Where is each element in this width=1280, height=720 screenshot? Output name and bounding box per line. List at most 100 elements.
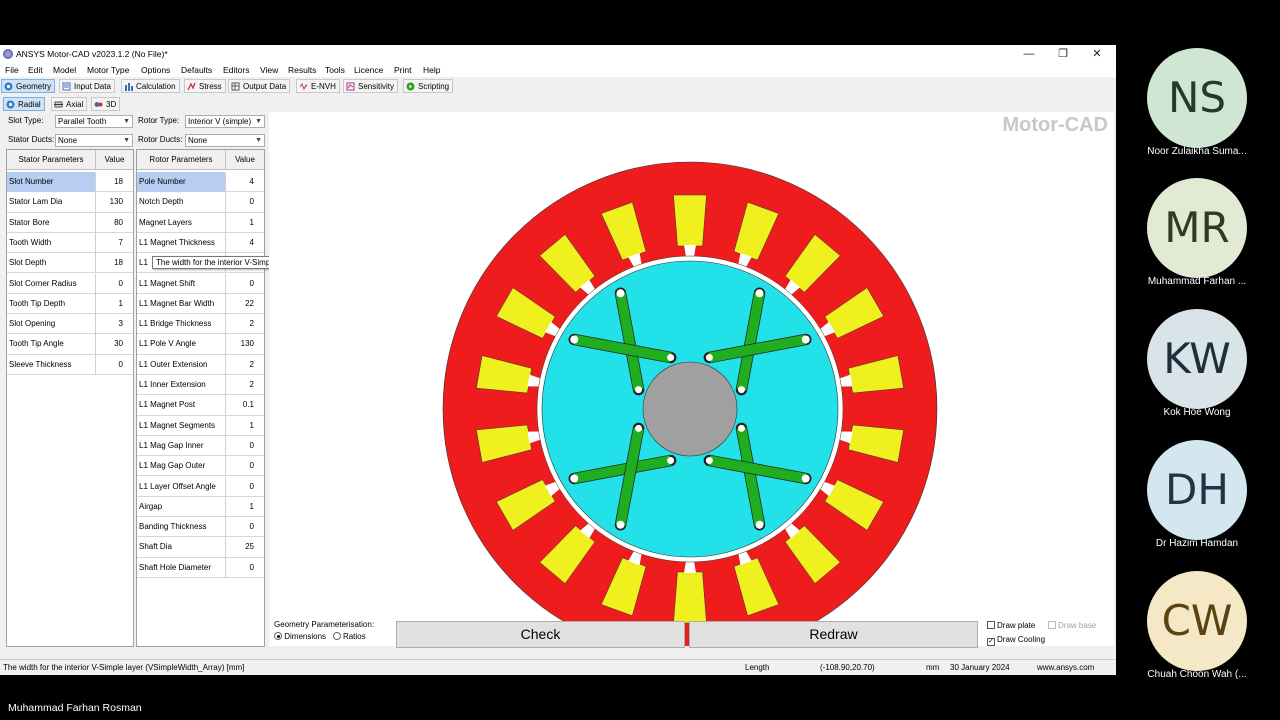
rotor-param-name[interactable]: Notch Depth — [137, 192, 226, 213]
tab-axial[interactable]: Axial — [51, 97, 88, 111]
rotor-param-name[interactable]: L1 Mag Gap Inner — [137, 435, 226, 456]
rotor-row[interactable]: Notch Depth 0 — [137, 192, 264, 213]
draw-cooling-checkbox[interactable]: ✓ Draw Cooling — [987, 635, 1045, 646]
dimensions-radio[interactable]: Dimensions — [274, 632, 326, 641]
tab-input-data[interactable]: Input Data — [59, 79, 115, 93]
rotor-param-name[interactable]: L1 Mag Gap Outer — [137, 456, 226, 477]
stator-param-value[interactable]: 0 — [96, 274, 133, 294]
stator-param-name[interactable]: Sleeve Thickness — [7, 354, 96, 375]
rotor-row[interactable]: Shaft Hole Diameter 0 — [137, 557, 264, 578]
redraw-button[interactable]: Redraw — [689, 621, 978, 648]
rotor-param-value[interactable]: 2 — [226, 355, 264, 375]
stator-row[interactable]: Sleeve Thickness 0 — [7, 354, 133, 375]
stator-param-name[interactable]: Stator Bore — [7, 212, 96, 233]
rotor-row[interactable]: L1 Inner Extension 2 — [137, 375, 264, 396]
ratios-radio[interactable]: Ratios — [332, 632, 366, 641]
stator-param-value[interactable]: 130 — [96, 192, 133, 212]
rotor-param-value[interactable]: 0 — [226, 436, 264, 456]
rotor-row[interactable]: L1 Mag Gap Inner 0 — [137, 435, 264, 457]
check-button[interactable]: Check — [396, 621, 685, 648]
rotor-param-name[interactable]: L1 Outer Extension — [137, 354, 226, 375]
stator-param-value[interactable]: 80 — [96, 213, 133, 233]
rotor-param-value[interactable]: 0 — [226, 517, 264, 537]
status-website-link[interactable]: www.ansys.com — [1037, 663, 1094, 672]
tab-radial[interactable]: Radial — [3, 97, 45, 111]
rotor-row[interactable]: L1 Pole V Angle 130 — [137, 334, 264, 355]
rotor-param-name[interactable]: L1 Magnet Thickness — [137, 232, 226, 253]
tab-geometry[interactable]: Geometry — [1, 79, 56, 93]
stator-param-name[interactable]: Tooth Width — [7, 232, 96, 253]
rotor-param-value[interactable]: 4 — [226, 172, 264, 192]
tab-sensitivity[interactable]: Sensitivity — [343, 79, 399, 93]
rotor-param-value[interactable]: 22 — [226, 294, 264, 314]
rotor-row[interactable]: Shaft Dia 25 — [137, 537, 264, 558]
rotor-param-value[interactable]: 1 — [226, 213, 264, 233]
tab-output-data[interactable]: Output Data — [228, 79, 291, 93]
menu-help[interactable]: Help — [423, 65, 440, 75]
rotor-param-value[interactable]: 2 — [226, 314, 264, 334]
rotor-row[interactable]: L1 Mag Gap Outer 0 — [137, 456, 264, 477]
rotor-type-select[interactable]: Interior V (simple) ▼ — [185, 115, 265, 128]
restore-button[interactable]: ❐ — [1046, 46, 1080, 62]
rotor-row[interactable]: L1 Magnet Thickness 4 — [137, 232, 264, 254]
stator-row[interactable]: Stator Lam Dia 130 — [7, 192, 133, 213]
rotor-param-name[interactable]: L1 Magnet Post — [137, 395, 226, 416]
stator-param-value[interactable]: 30 — [96, 334, 133, 354]
stator-param-value[interactable]: 18 — [96, 253, 133, 273]
rotor-param-value[interactable]: 1 — [226, 416, 264, 436]
rotor-param-name[interactable]: L1 Layer Offset Angle — [137, 476, 226, 497]
stator-param-name[interactable]: Stator Lam Dia — [7, 192, 96, 213]
rotor-param-name[interactable]: Magnet Layers — [137, 212, 226, 233]
stator-row[interactable]: Slot Number 18 — [7, 172, 133, 193]
stator-param-value[interactable]: 1 — [96, 294, 133, 314]
rotor-param-name[interactable]: L1 Magnet Bar Width — [137, 293, 226, 314]
rotor-param-value[interactable]: 0 — [226, 558, 264, 578]
rotor-row[interactable]: L1 Magnet Bar Width 22 — [137, 293, 264, 315]
stator-param-name[interactable]: Slot Number — [7, 172, 96, 192]
rotor-row[interactable]: Magnet Layers 1 — [137, 212, 264, 233]
menu-defaults[interactable]: Defaults — [181, 65, 212, 75]
stator-param-name[interactable]: Tooth Tip Depth — [7, 293, 96, 314]
stator-param-value[interactable]: 0 — [96, 355, 133, 375]
rotor-param-name[interactable]: Shaft Hole Diameter — [137, 557, 226, 578]
rotor-row[interactable]: L1 Layer Offset Angle 0 — [137, 476, 264, 497]
rotor-row[interactable]: L1 Magnet Shift 0 — [137, 273, 264, 294]
rotor-row[interactable]: L1 Outer Extension 2 — [137, 354, 264, 375]
rotor-param-name[interactable]: Pole Number — [137, 172, 226, 192]
rotor-param-name[interactable]: Shaft Dia — [137, 537, 226, 558]
stator-row[interactable]: Slot Corner Radius 0 — [7, 273, 133, 294]
rotor-param-value[interactable]: 0 — [226, 192, 264, 212]
menu-model[interactable]: Model — [53, 65, 76, 75]
close-button[interactable]: ✕ — [1080, 46, 1114, 62]
stator-param-name[interactable]: Slot Corner Radius — [7, 273, 96, 294]
stator-value-column-header[interactable]: Value — [96, 150, 133, 170]
rotor-param-name[interactable]: L1 Bridge Thickness — [137, 314, 226, 335]
menu-editors[interactable]: Editors — [223, 65, 249, 75]
stator-row[interactable]: Tooth Tip Angle 30 — [7, 334, 133, 355]
rotor-param-value[interactable]: 2 — [226, 375, 264, 395]
stator-row[interactable]: Slot Opening 3 — [7, 314, 133, 335]
rotor-param-name[interactable]: L1 Inner Extension — [137, 375, 226, 395]
rotor-row[interactable]: L1 Bridge Thickness 2 — [137, 314, 264, 335]
rotor-param-value[interactable]: 4 — [226, 233, 264, 253]
stator-row[interactable]: Tooth Width 7 — [7, 232, 133, 254]
rotor-param-column-header[interactable]: Rotor Parameters — [137, 150, 226, 170]
rotor-row[interactable]: Pole Number 4 — [137, 172, 264, 193]
menu-results[interactable]: Results — [288, 65, 316, 75]
stator-row[interactable]: Tooth Tip Depth 1 — [7, 293, 133, 315]
stator-param-value[interactable]: 18 — [96, 172, 133, 192]
menu-licence[interactable]: Licence — [354, 65, 383, 75]
rotor-value-column-header[interactable]: Value — [226, 150, 264, 170]
menu-edit[interactable]: Edit — [28, 65, 43, 75]
menu-tools[interactable]: Tools — [325, 65, 345, 75]
stator-param-name[interactable]: Tooth Tip Angle — [7, 334, 96, 355]
rotor-row[interactable]: Airgap 1 — [137, 496, 264, 518]
rotor-param-value[interactable]: 0.1 — [226, 395, 264, 415]
stator-row[interactable]: Slot Depth 18 — [7, 253, 133, 274]
slot-type-select[interactable]: Parallel Tooth ▼ — [55, 115, 133, 128]
stator-param-column-header[interactable]: Stator Parameters — [7, 150, 96, 170]
tab-calculation[interactable]: Calculation — [121, 79, 180, 93]
stator-param-value[interactable]: 7 — [96, 233, 133, 253]
tab-3d[interactable]: 3D — [91, 97, 121, 111]
rotor-row[interactable]: L1 Magnet Post 0.1 — [137, 395, 264, 416]
